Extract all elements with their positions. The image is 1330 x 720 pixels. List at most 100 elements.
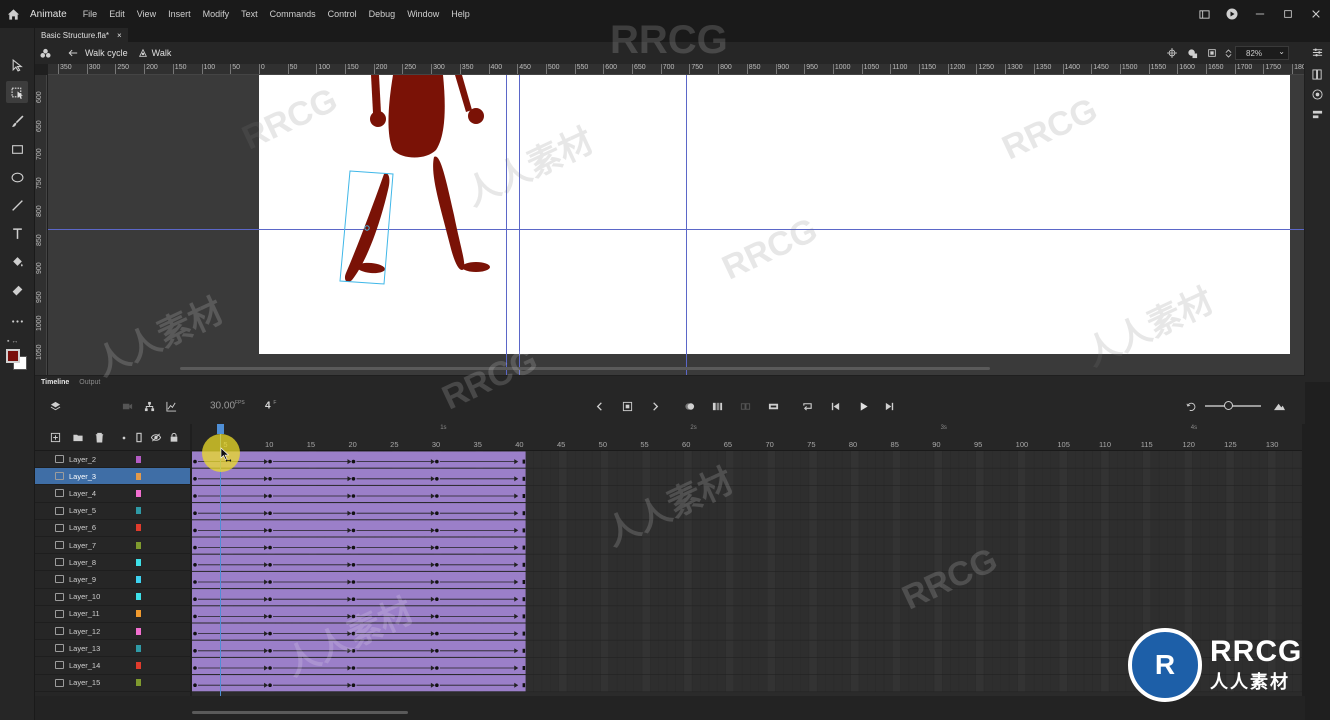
test-movie-icon[interactable] (1226, 8, 1238, 20)
hide-layers-icon[interactable] (149, 431, 162, 444)
eraser-tool-icon[interactable] (6, 278, 28, 300)
menu-edit[interactable]: Edit (109, 9, 125, 19)
line-tool-icon[interactable] (6, 194, 28, 216)
breadcrumb-walk[interactable]: Walk (152, 48, 172, 58)
stroke-color-swatch[interactable] (6, 349, 20, 363)
current-frame[interactable]: 4 F (265, 400, 276, 411)
step-back-icon[interactable] (827, 398, 843, 414)
frame-ruler[interactable]: 5101520253035404550556065707580859095100… (192, 424, 1302, 451)
layer-color-swatch[interactable] (136, 524, 141, 532)
layer-color-swatch[interactable] (136, 558, 141, 566)
properties-panel-icon[interactable] (1311, 46, 1324, 59)
layer-color-swatch[interactable] (136, 507, 141, 515)
breadcrumb-walk-cycle[interactable]: Walk cycle (85, 48, 128, 58)
layer-row[interactable]: Layer_3 (35, 468, 190, 486)
center-frame-icon[interactable] (1183, 398, 1199, 414)
new-folder-icon[interactable] (71, 431, 84, 444)
play-icon[interactable] (855, 398, 871, 414)
camera-icon[interactable] (119, 398, 135, 414)
layer-row[interactable]: Layer_13 (35, 640, 190, 658)
layer-row[interactable]: Layer_10 (35, 589, 190, 606)
timeline-zoom-handle[interactable] (1224, 401, 1233, 410)
menu-view[interactable]: View (137, 9, 156, 19)
menu-window[interactable]: Window (407, 9, 439, 19)
layer-color-swatch[interactable] (136, 644, 141, 652)
workspace-icon[interactable] (1198, 8, 1210, 20)
library-panel-icon[interactable] (1311, 68, 1324, 81)
layer-row[interactable]: Layer_5 (35, 503, 190, 520)
previous-keyframe-icon[interactable] (591, 398, 607, 414)
create-tween-icon[interactable] (765, 398, 781, 414)
menu-insert[interactable]: Insert (168, 9, 191, 19)
insert-keyframe-icon[interactable] (619, 398, 635, 414)
delete-layer-icon[interactable] (93, 431, 106, 444)
step-forward-icon[interactable] (881, 398, 897, 414)
edit-symbols-icon[interactable] (1185, 45, 1199, 61)
zoom-select[interactable]: 82% ⌄ (1235, 46, 1289, 60)
layer-color-swatch[interactable] (136, 575, 141, 583)
more-tools-icon[interactable] (6, 310, 28, 332)
paint-bucket-tool-icon[interactable] (6, 250, 28, 272)
pasteboard[interactable] (48, 75, 1304, 375)
layer-row[interactable]: Layer_2 (35, 451, 190, 469)
center-stage-icon[interactable] (1165, 45, 1179, 61)
layer-color-swatch[interactable] (136, 541, 141, 549)
onion-skin-icon[interactable] (681, 398, 697, 414)
menu-text[interactable]: Text (241, 9, 258, 19)
rectangle-tool-icon[interactable] (6, 138, 28, 160)
graph-icon[interactable] (163, 398, 179, 414)
layers-icon[interactable] (47, 398, 63, 414)
scene-icon[interactable] (35, 42, 55, 64)
timeline-zoom-slider[interactable] (1205, 405, 1261, 407)
layer-row[interactable]: Layer_6 (35, 520, 190, 537)
maximize-icon[interactable] (1282, 8, 1294, 20)
menu-help[interactable]: Help (451, 9, 470, 19)
menu-control[interactable]: Control (328, 9, 357, 19)
menu-modify[interactable]: Modify (203, 9, 230, 19)
menu-debug[interactable]: Debug (369, 9, 396, 19)
layer-color-swatch[interactable] (136, 610, 141, 618)
brush-tool-icon[interactable] (6, 110, 28, 132)
layer-row[interactable]: Layer_14 (35, 657, 190, 675)
menu-file[interactable]: File (83, 9, 98, 19)
document-tab[interactable]: Basic Structure.fla* × (35, 28, 128, 42)
layer-row[interactable]: Layer_4 (35, 485, 190, 503)
next-keyframe-icon[interactable] (647, 398, 663, 414)
layer-row[interactable]: Layer_9 (35, 571, 190, 589)
layer-row[interactable]: Layer_8 (35, 554, 190, 572)
clip-canvas-icon[interactable] (1205, 45, 1219, 61)
back-arrow-icon[interactable] (63, 42, 83, 64)
outline-layers-icon[interactable] (132, 431, 145, 444)
stage-scrollbar[interactable] (180, 367, 990, 370)
selection-tool-icon[interactable] (6, 54, 28, 76)
parenting-icon[interactable] (141, 398, 157, 414)
fps-value[interactable]: 30.00FPS (210, 400, 245, 411)
lock-layers-icon[interactable] (167, 431, 180, 444)
loop-playback-icon[interactable] (799, 398, 815, 414)
swap-colors-icon[interactable]: ▪ ↔ (7, 338, 27, 346)
menu-commands[interactable]: Commands (270, 9, 316, 19)
loop-frames-icon[interactable] (737, 398, 753, 414)
playhead-handle[interactable] (217, 424, 224, 434)
new-layer-icon[interactable] (49, 431, 62, 444)
zoom-stepper-icon[interactable] (1221, 45, 1235, 61)
tab-timeline[interactable]: Timeline (41, 379, 69, 386)
mountain-large-icon[interactable] (1271, 398, 1287, 414)
highlight-layers-icon[interactable] (117, 431, 130, 444)
layer-color-swatch[interactable] (136, 489, 141, 497)
layer-color-swatch[interactable] (136, 472, 141, 480)
layer-color-swatch[interactable] (136, 627, 141, 635)
text-tool-icon[interactable] (6, 222, 28, 244)
layer-row[interactable]: Layer_12 (35, 623, 190, 641)
layer-row[interactable]: Layer_15 (35, 675, 190, 692)
free-transform-tool-icon[interactable] (6, 81, 28, 103)
layer-row[interactable]: Layer_7 (35, 537, 190, 555)
home-icon[interactable] (2, 0, 24, 28)
minimize-icon[interactable] (1254, 8, 1266, 20)
close-icon[interactable] (1310, 8, 1322, 20)
layer-color-swatch[interactable] (136, 455, 141, 463)
timeline-scrollbar[interactable] (192, 711, 408, 714)
layer-color-swatch[interactable] (136, 661, 141, 669)
document-tab-close-icon[interactable]: × (117, 31, 122, 40)
layer-color-swatch[interactable] (136, 679, 141, 687)
